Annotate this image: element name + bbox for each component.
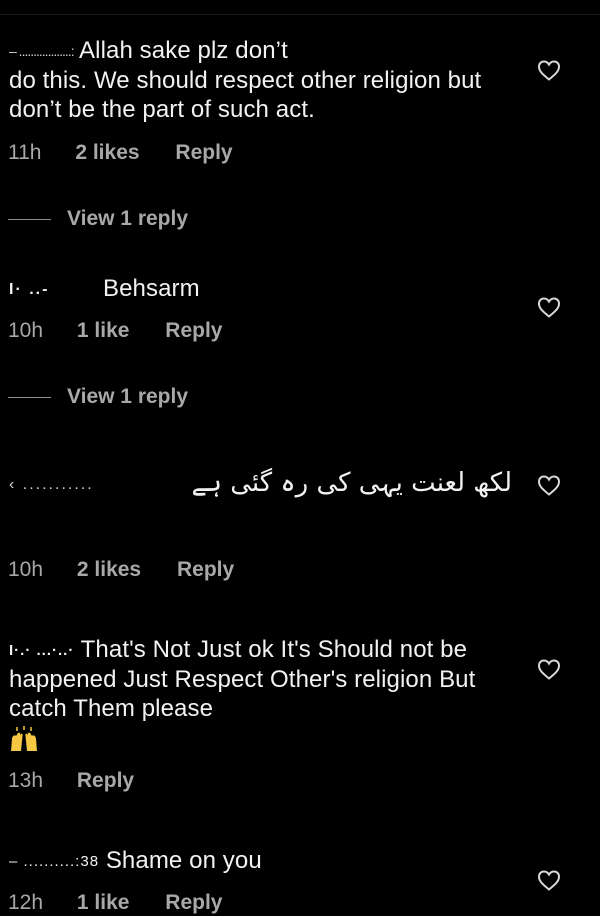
view-replies-line: [8, 397, 51, 398]
comment-time: 12h: [8, 891, 44, 914]
comment-username[interactable]: ‹ ...........: [9, 476, 94, 494]
heart-outline-icon[interactable]: [537, 59, 561, 81]
comment-username[interactable]: – ..........:38: [9, 853, 99, 870]
comment-meta: 10h 1 like Reply: [8, 318, 222, 344]
comment-likes[interactable]: 2 likes: [77, 557, 141, 583]
heart-outline-icon[interactable]: [537, 658, 561, 680]
reply-button[interactable]: Reply: [175, 140, 232, 166]
comment-likes[interactable]: 2 likes: [75, 140, 139, 166]
heart-outline-icon[interactable]: [537, 296, 561, 318]
view-replies-button[interactable]: View 1 reply: [8, 206, 308, 232]
raising-hands-emoji: [11, 725, 37, 751]
comment-time: 10h: [8, 319, 44, 342]
comment-likes[interactable]: 1 like: [77, 890, 130, 916]
comment-text: I· ..- Behsarm: [9, 274, 509, 304]
comment-meta: 12h 1 like Reply: [8, 890, 222, 916]
comment-meta: 10h 2 likes Reply: [8, 557, 234, 583]
comment-username[interactable]: – ..................:: [9, 43, 75, 59]
comment-likes[interactable]: 1 like: [77, 318, 130, 344]
comment-text: – ..................: Allah sake plz don…: [9, 36, 509, 124]
reply-button[interactable]: Reply: [77, 768, 134, 794]
comment-username[interactable]: I·.· ...·..·: [9, 642, 74, 659]
comment-body: Shame on you: [105, 847, 262, 874]
comment-time: 11h: [8, 141, 42, 164]
comment-meta: 11h 2 likes Reply: [8, 140, 233, 166]
comment-body-rest: do this. We should respect other religio…: [9, 67, 482, 124]
comment-time: 10h: [8, 558, 44, 581]
reply-button[interactable]: Reply: [165, 318, 222, 344]
heart-outline-icon[interactable]: [537, 869, 561, 891]
comment-text: I·.· ...·..· That's Not Just ok It's Sho…: [9, 635, 499, 753]
comment-body-first-line: Allah sake plz don’t: [79, 37, 288, 64]
comment-body: لکھ لعنت یہی کی رہ گئی ہے: [191, 468, 512, 498]
heart-outline-icon[interactable]: [537, 474, 561, 496]
view-replies-label: View 1 reply: [67, 385, 189, 408]
view-replies-line: [8, 219, 51, 220]
comment-body: Behsarm: [103, 275, 200, 302]
comment-body: That's Not Just ok It's Should not be ha…: [9, 636, 476, 723]
reply-button[interactable]: Reply: [177, 557, 234, 583]
comment-text: – ..........:38 Shame on you: [9, 846, 509, 876]
top-divider: [0, 14, 600, 15]
view-replies-label: View 1 reply: [67, 207, 189, 230]
comment-time: 13h: [8, 769, 44, 792]
comment-meta: 13h Reply: [8, 768, 134, 794]
comment-username[interactable]: I· ..-: [9, 281, 49, 298]
reply-button[interactable]: Reply: [165, 890, 222, 916]
view-replies-button[interactable]: View 1 reply: [8, 384, 308, 410]
